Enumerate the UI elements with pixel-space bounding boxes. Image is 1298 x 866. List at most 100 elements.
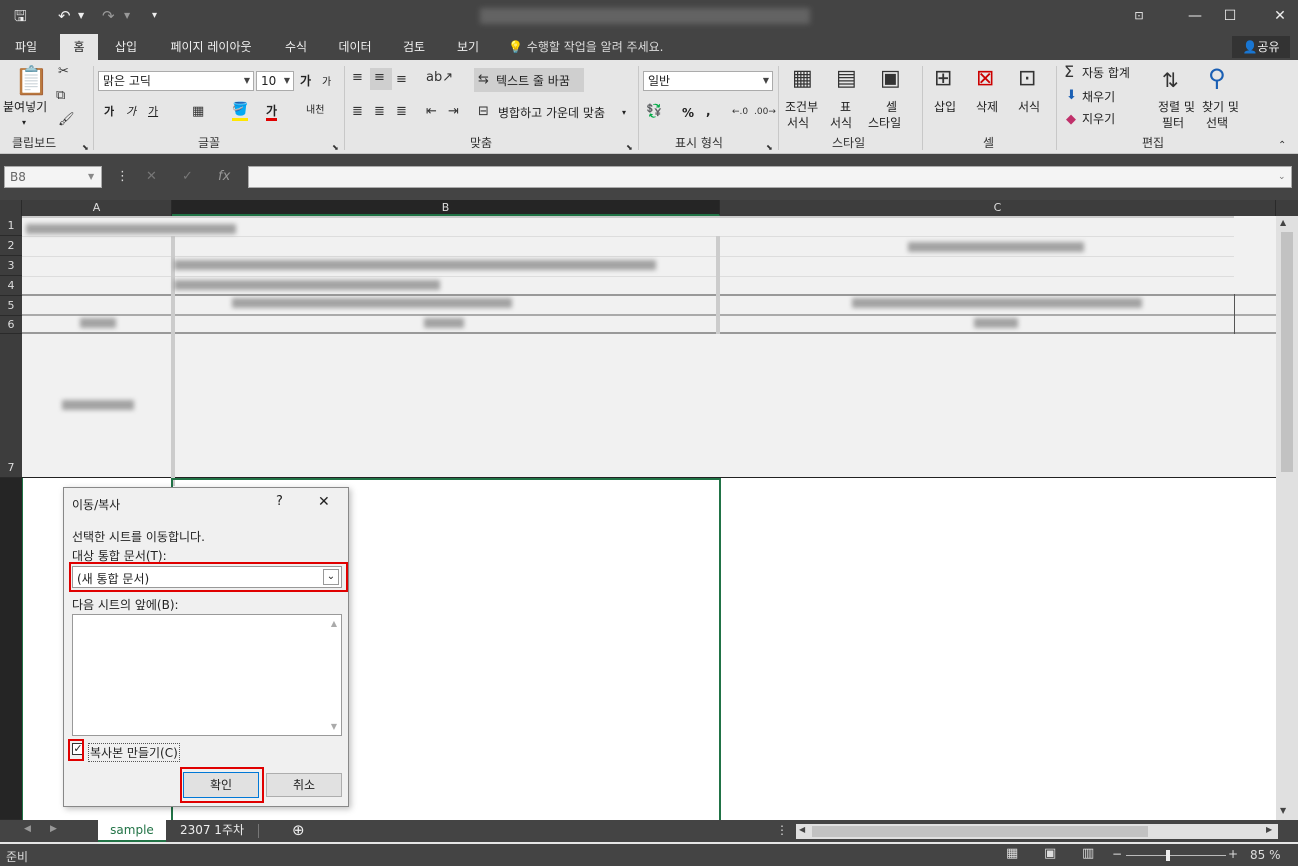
close-icon[interactable]: ✕ bbox=[1268, 6, 1292, 26]
find-select-button[interactable]: 찾기 및 bbox=[1202, 100, 1239, 114]
fill-button[interactable]: 채우기 bbox=[1082, 90, 1115, 104]
copy-icon[interactable]: ⧉ bbox=[56, 88, 65, 104]
font-size-select[interactable]: 10 ▼ bbox=[256, 71, 294, 91]
bold-button[interactable]: 가 bbox=[104, 105, 114, 119]
scroll-down-icon[interactable]: ▼ bbox=[1280, 806, 1286, 815]
align-right-icon[interactable]: ≣ bbox=[396, 104, 407, 120]
customize-icon[interactable]: ▾ bbox=[152, 6, 157, 26]
accounting-format-icon[interactable]: 💱 bbox=[646, 104, 662, 120]
shrink-font-button[interactable]: 가 bbox=[322, 76, 331, 90]
copy-checkbox-label[interactable]: 복사본 만들기(C) bbox=[88, 743, 180, 762]
merge-center-button[interactable]: 병합하고 가운데 맞춤 bbox=[498, 106, 605, 120]
row-header-2[interactable]: 2 bbox=[0, 236, 22, 256]
tab-home[interactable]: 홈 bbox=[60, 34, 98, 60]
normal-view-icon[interactable]: ▦ bbox=[1006, 846, 1018, 861]
horizontal-scrollbar[interactable]: ◀ ▶ bbox=[796, 824, 1278, 839]
insert-cells-button[interactable]: 삽입 bbox=[934, 100, 956, 114]
sort-filter-button[interactable]: 정렬 및 bbox=[1158, 100, 1195, 114]
orientation-icon[interactable]: ab↗ bbox=[426, 70, 453, 86]
zoom-level[interactable]: 85 % bbox=[1250, 848, 1281, 862]
paste-button[interactable]: 붙여넣기 bbox=[3, 100, 47, 114]
list-scroll-up-icon[interactable]: ▲ bbox=[331, 619, 337, 628]
border-icon[interactable]: ▦ bbox=[192, 104, 204, 120]
undo-icon[interactable]: ↶ bbox=[58, 6, 71, 26]
zoom-slider-track[interactable] bbox=[1126, 855, 1226, 856]
format-cells-button[interactable]: 서식 bbox=[1018, 100, 1040, 114]
next-sheet-icon[interactable]: ▶ bbox=[50, 824, 57, 834]
cancel-button[interactable]: 취소 bbox=[266, 773, 342, 797]
row-header-5[interactable]: 5 bbox=[0, 296, 22, 316]
percent-button[interactable]: % bbox=[682, 106, 694, 120]
scroll-left-icon[interactable]: ◀ bbox=[799, 825, 805, 834]
fill-color-icon[interactable]: 🪣 bbox=[232, 102, 249, 121]
increase-decimal-icon[interactable]: ←.0 bbox=[732, 104, 748, 120]
tab-review[interactable]: 검토 bbox=[394, 34, 434, 60]
maximize-icon[interactable]: ☐ bbox=[1218, 6, 1242, 26]
row-header-4[interactable]: 4 bbox=[0, 276, 22, 296]
sheet-tab-sample[interactable]: sample bbox=[98, 820, 166, 842]
row-header-6[interactable]: 6 bbox=[0, 316, 22, 334]
save-icon[interactable]: 🖫 bbox=[14, 6, 27, 26]
redo-dropdown-icon[interactable]: ▼ bbox=[124, 6, 130, 26]
delete-cells-button[interactable]: 삭제 bbox=[976, 100, 998, 114]
phonetic-button[interactable]: 내천 bbox=[306, 104, 324, 118]
page-layout-view-icon[interactable]: ▣ bbox=[1044, 846, 1056, 861]
tab-page-layout[interactable]: 페이지 레이아웃 bbox=[160, 34, 262, 60]
decrease-indent-icon[interactable]: ⇤ bbox=[426, 104, 437, 120]
page-break-view-icon[interactable]: ▥ bbox=[1082, 846, 1094, 861]
column-header-b[interactable]: B bbox=[172, 200, 720, 216]
minimize-icon[interactable]: — bbox=[1183, 6, 1207, 26]
list-scroll-down-icon[interactable]: ▼ bbox=[331, 722, 337, 731]
sheet-tab-2307[interactable]: 2307 1주차 bbox=[168, 820, 256, 842]
align-top-icon[interactable]: ≡ bbox=[352, 70, 363, 86]
tab-data[interactable]: 데이터 bbox=[330, 34, 380, 60]
align-bottom-icon[interactable]: ≡ bbox=[396, 72, 407, 88]
align-middle-icon[interactable]: ≡ bbox=[374, 70, 385, 86]
scroll-right-icon[interactable]: ▶ bbox=[1266, 825, 1272, 834]
italic-button[interactable]: 가 bbox=[126, 105, 136, 119]
tab-insert[interactable]: 삽입 bbox=[106, 34, 146, 60]
tell-me-search[interactable]: 💡 수행할 작업을 알려 주세요. bbox=[508, 34, 663, 60]
autosum-button[interactable]: 자동 합계 bbox=[1082, 66, 1130, 80]
underline-button[interactable]: 가 bbox=[148, 105, 158, 119]
align-left-icon[interactable]: ≣ bbox=[352, 104, 363, 120]
wrap-text-button[interactable]: 텍스트 줄 바꿈 bbox=[496, 74, 570, 88]
increase-indent-icon[interactable]: ⇥ bbox=[448, 104, 459, 120]
tab-view[interactable]: 보기 bbox=[448, 34, 488, 60]
cell-styles-button[interactable]: 셀 bbox=[886, 100, 897, 114]
font-color-button[interactable]: 가 bbox=[266, 104, 278, 121]
paste-icon[interactable]: 📋 bbox=[14, 66, 49, 96]
vertical-scrollbar[interactable]: ▲ ▼ bbox=[1276, 216, 1298, 820]
hscroll-thumb[interactable] bbox=[812, 826, 1148, 837]
select-all-corner[interactable] bbox=[0, 200, 22, 216]
column-header-c[interactable]: C bbox=[720, 200, 1276, 216]
paste-dropdown-icon[interactable]: ▾ bbox=[22, 116, 26, 130]
expand-formula-icon[interactable]: ⌄ bbox=[1278, 166, 1286, 188]
row-header-8[interactable] bbox=[0, 478, 22, 820]
format-painter-icon[interactable]: 🖌 bbox=[58, 112, 75, 128]
cut-icon[interactable]: ✂ bbox=[58, 64, 69, 80]
before-sheet-list[interactable]: ▲ ▼ bbox=[72, 614, 342, 736]
decrease-decimal-icon[interactable]: .00→ bbox=[754, 104, 776, 120]
name-box-dropdown-icon[interactable]: ▼ bbox=[88, 166, 94, 188]
ribbon-display-icon[interactable]: ⊡ bbox=[1127, 6, 1151, 26]
conditional-format-button[interactable]: 조건부 bbox=[785, 100, 818, 114]
scroll-up-icon[interactable]: ▲ bbox=[1280, 218, 1286, 227]
cancel-entry-icon[interactable]: ✕ bbox=[146, 166, 157, 188]
column-header-a[interactable]: A bbox=[22, 200, 172, 216]
tab-splitter-icon[interactable]: ⋮ bbox=[776, 823, 788, 837]
insert-function-icon[interactable]: fx bbox=[218, 166, 230, 188]
share-button[interactable]: 👤공유 bbox=[1232, 36, 1290, 58]
zoom-in-icon[interactable]: + bbox=[1228, 847, 1238, 861]
undo-dropdown-icon[interactable]: ▼ bbox=[78, 6, 84, 26]
comma-button[interactable]: , bbox=[706, 104, 711, 118]
help-icon[interactable]: ? bbox=[276, 494, 283, 509]
tab-file[interactable]: 파일 bbox=[6, 34, 46, 60]
formula-input[interactable] bbox=[248, 166, 1292, 188]
clear-button[interactable]: 지우기 bbox=[1082, 112, 1115, 126]
row-header-3[interactable]: 3 bbox=[0, 256, 22, 276]
dialog-close-icon[interactable]: ✕ bbox=[318, 494, 330, 510]
grow-font-button[interactable]: 가 bbox=[300, 74, 311, 88]
tab-formulas[interactable]: 수식 bbox=[276, 34, 316, 60]
row-header-1[interactable]: 1 bbox=[0, 216, 22, 236]
